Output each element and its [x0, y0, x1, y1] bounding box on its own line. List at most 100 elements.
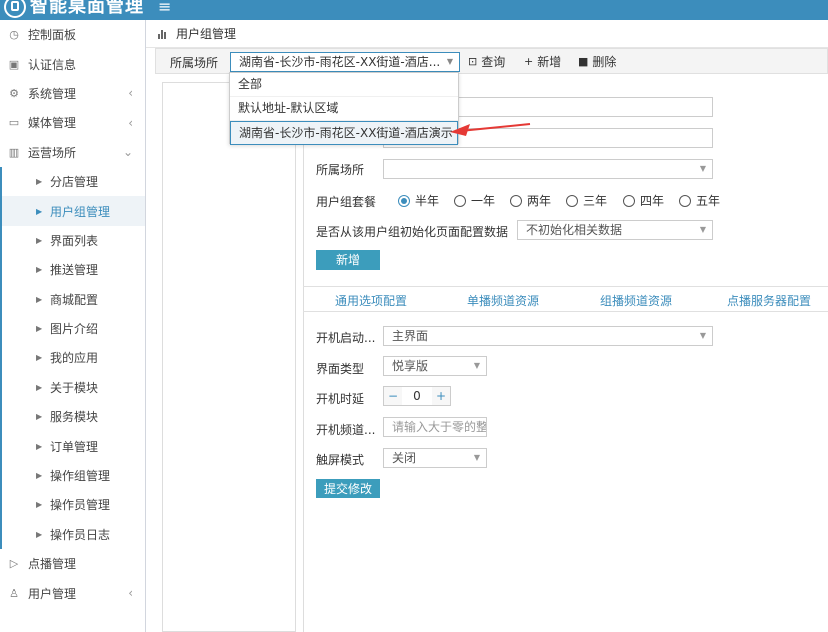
package-radio-2year[interactable]: 两年 — [510, 192, 551, 209]
package-radio-1year[interactable]: 一年 — [454, 192, 495, 209]
dashboard-icon: ◷ — [9, 28, 19, 42]
venue-field-select[interactable]: ▼ — [383, 159, 713, 179]
caret-down-icon: ▼ — [473, 361, 480, 370]
package-radio-halfyear[interactable]: 半年 — [398, 192, 439, 209]
plus-button[interactable]: + — [432, 387, 450, 405]
package-radio-4year[interactable]: 四年 — [623, 192, 664, 209]
caret-right-icon: ▶ — [36, 206, 43, 216]
package-radio-3year[interactable]: 三年 — [566, 192, 607, 209]
dropdown-option-selected[interactable]: 湖南省-长沙市-雨花区-XX街道-酒店演示 — [230, 121, 458, 145]
radio-icon — [510, 194, 522, 207]
bar-chart-icon — [158, 29, 168, 39]
tab-vod-server[interactable]: 点播服务器配置 — [727, 292, 811, 309]
caret-down-icon: ▼ — [699, 225, 706, 234]
sidebar: ◷ 控制面板 ▣ 认证信息 ⚙ 系统管理 ‹ ▭ 媒体管理 ‹ ▥ 运营场所 ⌄… — [0, 20, 146, 632]
channel-label: 开机频道... — [316, 423, 376, 437]
tab-unicast[interactable]: 单播频道资源 — [467, 292, 539, 309]
sidebar-subitem[interactable]: ▶ 界面列表 — [2, 226, 145, 255]
chevron-left-icon: ‹ — [128, 586, 133, 601]
radio-checked-icon — [398, 194, 410, 207]
sidebar-item-media[interactable]: ▭ 媒体管理 ‹ — [0, 108, 145, 137]
venue-submenu: ▶ 分店管理 ▶ 用户组管理 ▶ 界面列表 ▶ 推送管理 ▶ 商城配置 ▶ 图片介绍 ▶ 我的… — [0, 166, 145, 550]
ui-type-select[interactable]: 悦享版 ▼ — [383, 356, 487, 376]
sidebar-item-dashboard[interactable]: ◷ 控制面板 — [0, 20, 145, 49]
sidebar-subitem[interactable]: ▶ 关于模块 — [2, 373, 145, 402]
sidebar-item-vod[interactable]: ▷ 点播管理 — [0, 549, 145, 578]
sidebar-subitem[interactable]: ▶ 订单管理 — [2, 431, 145, 460]
boot-label: 开机启动... — [316, 331, 376, 345]
delay-label: 开机时延 — [316, 392, 365, 406]
group-list-pane[interactable] — [162, 82, 296, 632]
caret-right-icon: ▶ — [36, 382, 43, 392]
minus-button[interactable]: − — [384, 387, 402, 405]
venue-label: 所属场所 — [170, 56, 219, 70]
venue-select[interactable]: 湖南省-长沙市-雨花区-XX街道-酒店... ▼ — [230, 52, 460, 72]
dropdown-option[interactable]: 全部 — [230, 73, 458, 97]
sidebar-subitem-usergroup[interactable]: ▶ 用户组管理 — [2, 196, 145, 226]
touch-label: 触屏模式 — [316, 453, 365, 467]
venue-field-label: 所属场所 — [316, 163, 365, 177]
tab-general[interactable]: 通用选项配置 — [335, 292, 407, 309]
sidebar-subitem[interactable]: ▶ 服务模块 — [2, 402, 145, 431]
init-select[interactable]: 不初始化相关数据 ▼ — [517, 220, 713, 240]
touch-select[interactable]: 关闭 ▼ — [383, 448, 487, 468]
ui-type-label: 界面类型 — [316, 362, 365, 376]
config-tabs: 通用选项配置 单播频道资源 组播频道资源 点播服务器配置 — [303, 286, 828, 312]
dropdown-option[interactable]: 默认地址-默认区域 — [230, 97, 458, 121]
caret-down-icon: ▼ — [699, 164, 706, 173]
building-icon: ▥ — [8, 145, 20, 159]
sidebar-subitem[interactable]: ▶ 操作员日志 — [2, 520, 145, 549]
caret-down-icon: ▼ — [446, 57, 453, 66]
delete-button[interactable]: ■ 删除 — [578, 53, 616, 70]
breadcrumb: 用户组管理 — [146, 20, 828, 48]
radio-icon — [454, 194, 466, 207]
sidebar-item-system[interactable]: ⚙ 系统管理 ‹ — [0, 79, 145, 108]
sidebar-item-users[interactable]: ♙ 用户管理 ‹ — [0, 578, 145, 607]
user-icon: ♙ — [9, 586, 19, 600]
page-title: 用户组管理 — [176, 27, 237, 41]
search-icon: ⊡ — [468, 55, 478, 68]
chevron-left-icon: ‹ — [128, 86, 133, 101]
menu-toggle-icon[interactable]: ≡ — [158, 0, 171, 17]
caret-right-icon: ▶ — [36, 529, 43, 539]
submit-button[interactable]: 提交修改 — [316, 479, 380, 498]
sidebar-subitem[interactable]: ▶ 商城配置 — [2, 285, 145, 314]
channel-input[interactable]: 请输入大于零的整 — [383, 417, 487, 437]
radio-icon — [623, 194, 635, 207]
caret-down-icon: ▼ — [473, 453, 480, 462]
toolbar: 所属场所 湖南省-长沙市-雨花区-XX街道-酒店... ▼ ⊡ 查询 + 新增 … — [155, 48, 828, 74]
caret-right-icon: ▶ — [36, 265, 43, 275]
sidebar-subitem[interactable]: ▶ 操作组管理 — [2, 461, 145, 490]
sidebar-item-auth[interactable]: ▣ 认证信息 — [0, 49, 145, 78]
sidebar-subitem[interactable]: ▶ 我的应用 — [2, 343, 145, 372]
sidebar-subitem[interactable]: ▶ 推送管理 — [2, 255, 145, 284]
app-title: 智能桌面管理 — [30, 0, 144, 17]
caret-right-icon: ▶ — [36, 177, 43, 187]
sidebar-item-venue[interactable]: ▥ 运营场所 ⌄ — [0, 138, 145, 167]
boot-select[interactable]: 主界面 ▼ — [383, 326, 713, 346]
caret-right-icon: ▶ — [36, 324, 43, 334]
delay-value[interactable]: 0 — [402, 387, 432, 405]
sidebar-subitem[interactable]: ▶ 操作员管理 — [2, 490, 145, 519]
top-header: 智能桌面管理 ≡ — [0, 0, 828, 20]
chevron-left-icon: ‹ — [128, 115, 133, 130]
play-icon: ▷ — [9, 557, 19, 571]
form-add-button[interactable]: 新增 — [316, 250, 380, 270]
sidebar-subitem[interactable]: ▶ 图片介绍 — [2, 314, 145, 343]
tab-multicast[interactable]: 组播频道资源 — [600, 292, 672, 309]
radio-icon — [566, 194, 578, 207]
idcard-icon: ▣ — [8, 57, 20, 71]
annotation-arrow-icon — [450, 123, 531, 136]
delay-stepper[interactable]: − 0 + — [383, 386, 451, 406]
sidebar-subitem[interactable]: ▶ 分店管理 — [2, 167, 145, 196]
plus-icon: + — [524, 55, 534, 68]
radio-icon — [679, 194, 691, 207]
caret-right-icon: ▶ — [36, 235, 43, 245]
package-radio-5year[interactable]: 五年 — [679, 192, 720, 209]
venue-dropdown: 全部 默认地址-默认区域 湖南省-长沙市-雨花区-XX街道-酒店演示 — [229, 72, 459, 145]
gear-icon: ⚙ — [9, 86, 19, 100]
caret-right-icon: ▶ — [36, 294, 43, 304]
query-button[interactable]: ⊡ 查询 — [468, 53, 505, 70]
caret-right-icon: ▶ — [36, 441, 43, 451]
add-button[interactable]: + 新增 — [524, 53, 561, 70]
